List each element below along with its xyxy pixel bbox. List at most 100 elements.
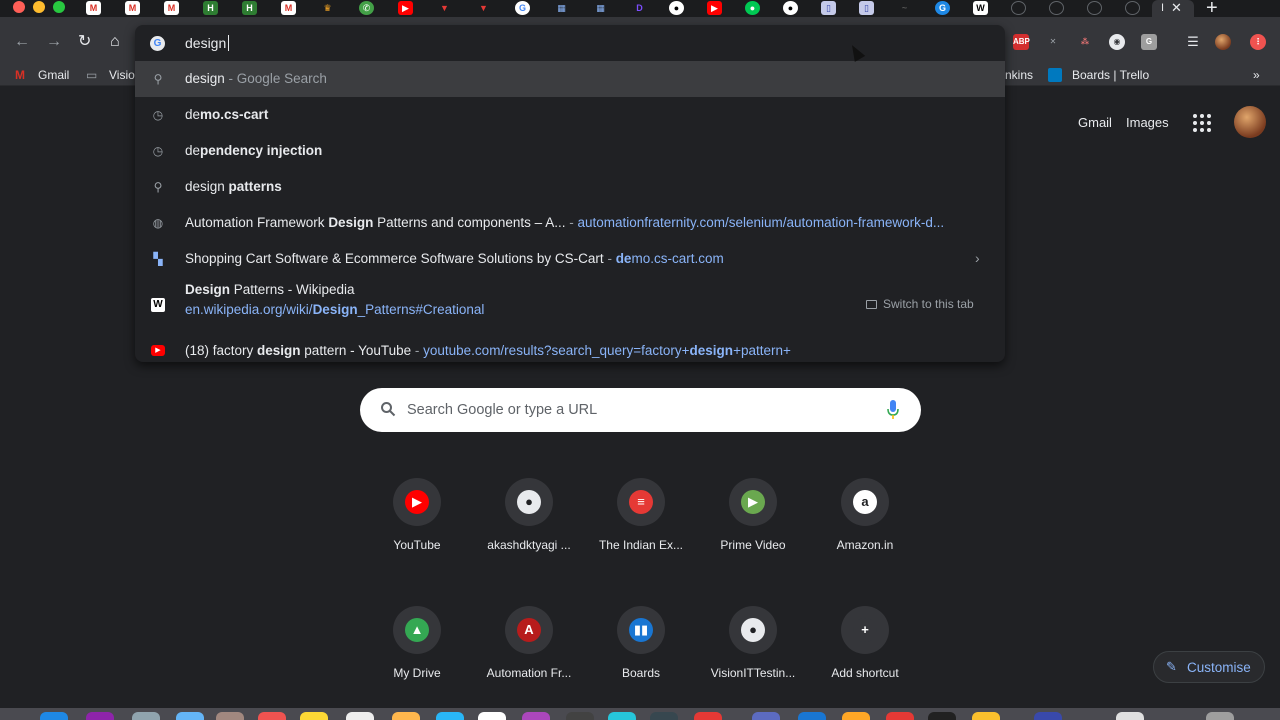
close-window-button[interactable] bbox=[13, 1, 25, 13]
omnibox-suggestion[interactable]: ▚ Shopping Cart Software & Ecommerce Soft… bbox=[135, 241, 1005, 277]
images-link[interactable]: Images bbox=[1126, 115, 1169, 130]
finder-dock-icon[interactable] bbox=[40, 712, 68, 720]
shortcut-tile[interactable]: A Automation Fr... bbox=[473, 606, 585, 718]
shortcut-tile[interactable]: ▶ Prime Video bbox=[697, 478, 809, 590]
dark-tab-icon[interactable]: ~ bbox=[897, 1, 912, 15]
minimize-window-button[interactable] bbox=[33, 1, 45, 13]
omnibox-suggestion[interactable]: ◷ dependency injection bbox=[135, 133, 1005, 169]
ntp-search-box[interactable]: Search Google or type a URL bbox=[360, 388, 921, 432]
gmail-tab-icon[interactable]: M bbox=[86, 1, 101, 15]
shortcut-tile[interactable]: ▶ YouTube bbox=[361, 478, 473, 590]
book-tab-icon[interactable]: ▯ bbox=[821, 1, 836, 15]
dock-app-icon[interactable] bbox=[392, 712, 420, 720]
bookmark-gmail[interactable]: Gmail bbox=[38, 68, 69, 82]
shortcut-tile[interactable]: + Add shortcut bbox=[809, 606, 921, 718]
dock-app-icon[interactable] bbox=[176, 712, 204, 720]
dock-app-icon[interactable] bbox=[752, 712, 780, 720]
dock-app-icon[interactable] bbox=[346, 712, 374, 720]
dock-app-icon[interactable] bbox=[478, 712, 506, 720]
shortcut-tile[interactable]: ≡ The Indian Ex... bbox=[585, 478, 697, 590]
omnibox-suggestion[interactable]: ◍ Automation Framework Design Patterns an… bbox=[135, 205, 1005, 241]
chevron-right-icon[interactable]: › bbox=[975, 250, 980, 266]
bookmark-trello[interactable]: Boards | Trello bbox=[1072, 68, 1149, 82]
bookmark-folder-vision[interactable]: Visio bbox=[109, 68, 135, 82]
globe-tab-icon[interactable] bbox=[1087, 1, 1102, 15]
address-bar[interactable]: G design bbox=[135, 25, 1005, 61]
gmail-tab-icon[interactable]: M bbox=[164, 1, 179, 15]
vee-tab-icon[interactable]: ▼ bbox=[437, 1, 452, 15]
blue-tab-icon[interactable]: G bbox=[935, 1, 950, 15]
grid-tab-icon[interactable]: ▦ bbox=[593, 1, 608, 15]
book-tab-icon[interactable]: ▯ bbox=[859, 1, 874, 15]
youtube-tab-icon[interactable]: ▶ bbox=[398, 1, 413, 15]
shortcut-tile[interactable]: ▲ My Drive bbox=[361, 606, 473, 718]
reload-button[interactable]: ↻ bbox=[78, 33, 91, 51]
gmail-link[interactable]: Gmail bbox=[1078, 115, 1112, 130]
dock-app-icon[interactable] bbox=[216, 712, 244, 720]
whatsapp-tab-icon[interactable]: ✆ bbox=[359, 1, 374, 15]
back-button[interactable]: ← bbox=[14, 33, 30, 51]
omnibox-suggestion[interactable]: ◷ demo.cs-cart bbox=[135, 97, 1005, 133]
grid-tab-icon[interactable]: ▦ bbox=[554, 1, 569, 15]
bookmark-jenkins[interactable]: nkins bbox=[1005, 68, 1033, 82]
google-tab-icon[interactable]: G bbox=[515, 1, 530, 15]
dock-app-icon[interactable] bbox=[436, 712, 464, 720]
globe-tab-icon[interactable] bbox=[1011, 1, 1026, 15]
switch-to-tab-button[interactable]: Switch to this tab bbox=[866, 297, 974, 311]
globe-tab-icon[interactable] bbox=[1049, 1, 1064, 15]
dock-app-icon[interactable] bbox=[132, 712, 160, 720]
dock-app-icon[interactable] bbox=[842, 712, 870, 720]
vee-tab-icon[interactable]: ▼ bbox=[476, 1, 491, 15]
shortcut-tile[interactable]: a Amazon.in bbox=[809, 478, 921, 590]
shortcut-tile[interactable]: ● VisionITTestin... bbox=[697, 606, 809, 718]
hackerrank-tab-icon[interactable]: H bbox=[242, 1, 257, 15]
wikipedia-tab-icon[interactable]: W bbox=[973, 1, 988, 15]
customise-button[interactable]: ✎ Customise bbox=[1153, 651, 1265, 683]
dock-app-icon[interactable] bbox=[566, 712, 594, 720]
omnibox-suggestion[interactable]: ⚲ design patterns bbox=[135, 169, 1005, 205]
github-tab-icon[interactable]: ● bbox=[783, 1, 798, 15]
github-tab-icon[interactable]: ● bbox=[669, 1, 684, 15]
green-tab-icon[interactable]: ● bbox=[745, 1, 760, 15]
shortcut-tile[interactable]: ● akashdktyagi ... bbox=[473, 478, 585, 590]
dock-app-icon[interactable] bbox=[694, 712, 722, 720]
avatar[interactable] bbox=[1234, 106, 1266, 138]
profile-avatar-small[interactable] bbox=[1215, 34, 1231, 50]
close-tab-icon[interactable]: ✕ bbox=[1171, 0, 1182, 16]
address-input[interactable]: design bbox=[185, 35, 226, 51]
jira-tab-icon[interactable]: D bbox=[632, 1, 647, 15]
dock-app-icon[interactable] bbox=[1034, 712, 1062, 720]
dock-app-icon[interactable] bbox=[886, 712, 914, 720]
asana-extension-icon[interactable]: ⁂ bbox=[1077, 34, 1093, 50]
omnibox-suggestion[interactable]: ⚲ design - Google Search bbox=[135, 61, 1005, 97]
dock-app-icon[interactable] bbox=[928, 712, 956, 720]
trash-dock-icon[interactable] bbox=[1206, 712, 1234, 720]
gmail-tab-icon[interactable]: M bbox=[281, 1, 296, 15]
home-button[interactable]: ⌂ bbox=[110, 33, 120, 51]
globe-tab-icon[interactable] bbox=[1125, 1, 1140, 15]
update-menu-icon[interactable]: ⋮ bbox=[1250, 34, 1266, 50]
crown-tab-icon[interactable]: ♛ bbox=[320, 1, 335, 15]
google-apps-icon[interactable] bbox=[1193, 114, 1211, 132]
dock-app-icon[interactable] bbox=[258, 712, 286, 720]
dock-app-icon[interactable] bbox=[798, 712, 826, 720]
dock-app-icon[interactable] bbox=[650, 712, 678, 720]
maximize-window-button[interactable] bbox=[53, 1, 65, 13]
dock-app-icon[interactable] bbox=[300, 712, 328, 720]
hackerrank-tab-icon[interactable]: H bbox=[203, 1, 218, 15]
dock-app-icon[interactable] bbox=[86, 712, 114, 720]
dock-app-icon[interactable] bbox=[608, 712, 636, 720]
microphone-icon[interactable] bbox=[887, 400, 899, 420]
gmail-tab-icon[interactable]: M bbox=[125, 1, 140, 15]
dock-app-icon[interactable] bbox=[1116, 712, 1144, 720]
shortcut-tile[interactable]: ▮▮ Boards bbox=[585, 606, 697, 718]
reading-list-icon[interactable]: ☰ bbox=[1185, 34, 1201, 50]
circle-extension-icon[interactable]: ◉ bbox=[1109, 34, 1125, 50]
forward-button[interactable]: → bbox=[46, 33, 62, 51]
g-extension-icon[interactable]: G bbox=[1141, 34, 1157, 50]
more-bookmarks-button[interactable]: » bbox=[1253, 68, 1260, 82]
omnibox-suggestion[interactable]: W Design Patterns - Wikipedia en.wikipedia… bbox=[135, 277, 1005, 333]
omnibox-suggestion[interactable]: ▶ (18) factory design pattern - YouTube -… bbox=[135, 333, 1005, 362]
dock-app-icon[interactable] bbox=[522, 712, 550, 720]
dock-app-icon[interactable] bbox=[972, 712, 1000, 720]
